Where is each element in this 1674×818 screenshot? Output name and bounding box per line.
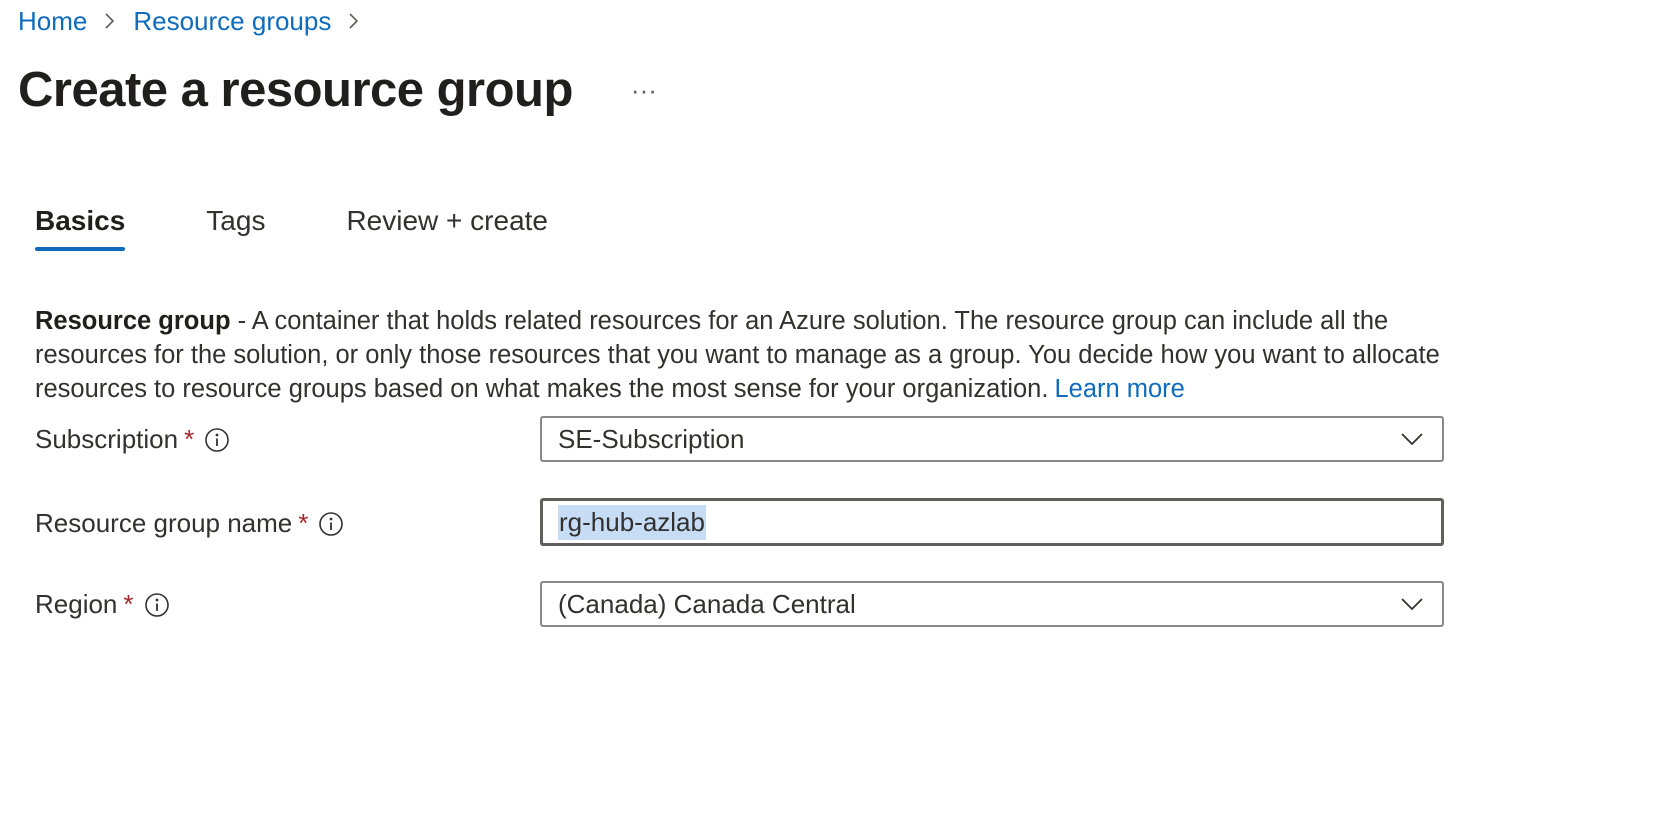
region-label: Region *	[35, 589, 170, 620]
subscription-label: Subscription *	[35, 424, 230, 455]
chevron-right-icon	[349, 13, 359, 29]
required-asterisk: *	[298, 508, 309, 538]
tab-tags[interactable]: Tags	[206, 205, 265, 251]
region-label-text: Region	[35, 589, 118, 619]
subscription-label-text: Subscription	[35, 424, 179, 454]
info-icon[interactable]	[144, 592, 170, 618]
page-title: Create a resource group	[18, 63, 573, 117]
region-row: Region * (Canada) Canada Central	[35, 581, 1455, 631]
resource-group-name-label-text: Resource group name	[35, 508, 293, 538]
info-icon[interactable]	[204, 427, 230, 453]
resource-group-name-value[interactable]: rg-hub-azlab	[558, 504, 706, 540]
resource-group-name-row: Resource group name * rg-hub-azlab	[35, 498, 1455, 548]
resource-group-description: Resource group - A container that holds …	[35, 304, 1455, 406]
subscription-row: Subscription * SE-Subscription	[35, 416, 1455, 466]
subscription-dropdown[interactable]: SE-Subscription	[540, 416, 1444, 462]
resource-group-name-field[interactable]: rg-hub-azlab	[540, 498, 1444, 546]
page-header: Create a resource group ···	[18, 55, 665, 125]
region-dropdown[interactable]: (Canada) Canada Central	[540, 581, 1444, 627]
tab-basics[interactable]: Basics	[35, 205, 126, 251]
breadcrumb: Home Resource groups	[18, 2, 377, 40]
description-text: - A container that holds related resourc…	[35, 307, 1440, 403]
tab-bar: Basics Tags Review + create	[35, 205, 548, 251]
breadcrumb-resource-groups-link[interactable]: Resource groups	[133, 6, 331, 37]
breadcrumb-home-link[interactable]: Home	[18, 6, 87, 37]
description-heading: Resource group	[35, 307, 231, 335]
learn-more-link[interactable]: Learn more	[1054, 375, 1184, 403]
required-asterisk: *	[123, 589, 134, 619]
region-dropdown-value: (Canada) Canada Central	[558, 588, 856, 619]
tab-review-create[interactable]: Review + create	[346, 205, 548, 251]
more-options-button[interactable]: ···	[623, 71, 665, 109]
chevron-down-icon	[1401, 598, 1423, 611]
resource-group-name-label: Resource group name *	[35, 508, 344, 539]
info-icon[interactable]	[318, 511, 344, 537]
required-asterisk: *	[184, 424, 195, 454]
subscription-dropdown-value: SE-Subscription	[558, 423, 745, 454]
chevron-down-icon	[1401, 433, 1423, 446]
chevron-right-icon	[105, 13, 115, 29]
